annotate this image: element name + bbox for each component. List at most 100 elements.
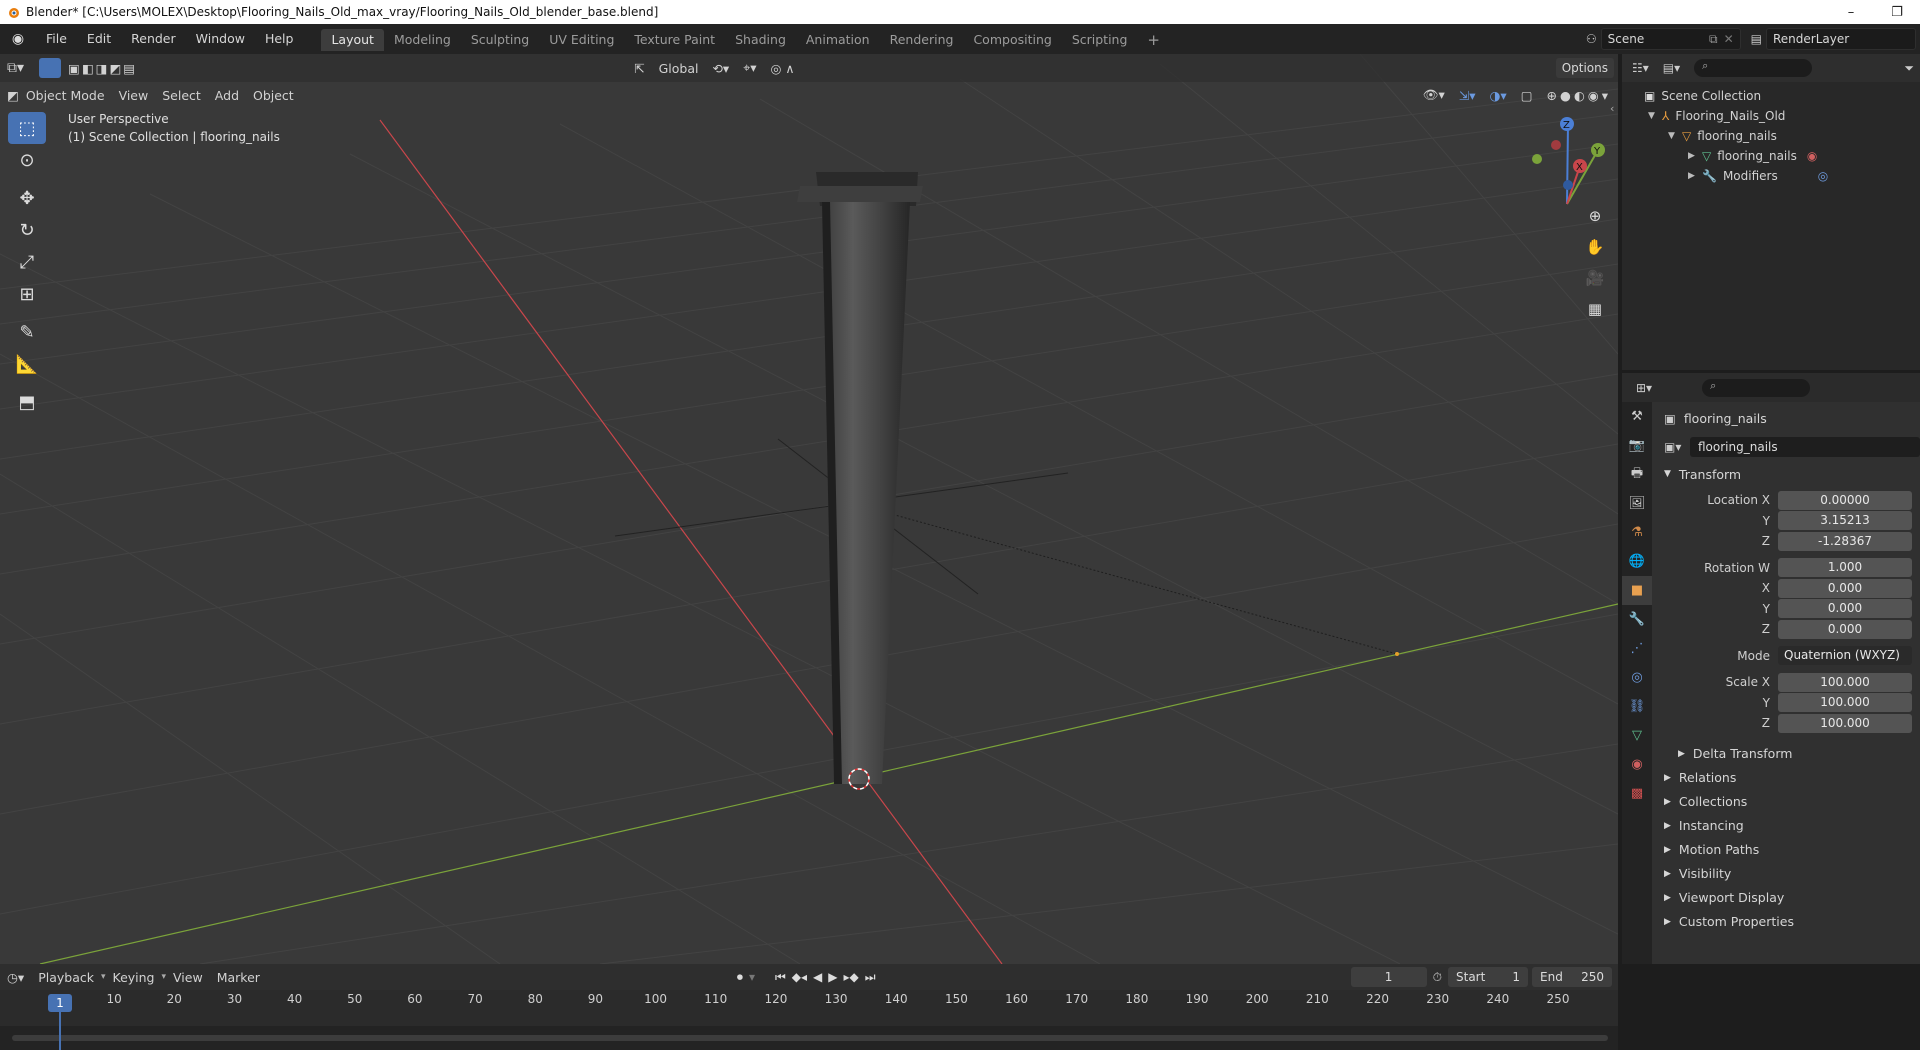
menu-add[interactable]: Add [208, 88, 246, 103]
datablock-icon[interactable]: ▣▾ [1664, 440, 1690, 454]
tab-shading[interactable]: Shading [725, 29, 796, 51]
texture-tab-icon[interactable]: ▩ [1622, 779, 1652, 808]
pivot-icon[interactable]: ⟲▾ [705, 61, 736, 76]
tab-uv-editing[interactable]: UV Editing [539, 29, 624, 51]
close-icon[interactable]: ✕ [1724, 32, 1734, 46]
record-icon[interactable]: ⏺ [737, 970, 743, 985]
overlay-icon[interactable]: ◑▾ [1483, 88, 1514, 103]
display-mode-icon[interactable]: ▤▾ [1663, 61, 1680, 75]
timeline-editor-icon[interactable]: ◷▾ [0, 970, 31, 985]
properties-editor-icon[interactable]: ⊞▾ [1636, 381, 1652, 395]
physics-tab-icon[interactable]: ◎ [1622, 663, 1652, 692]
section-visibility[interactable]: ▶ Visibility [1656, 862, 1920, 886]
collapse-arrow-icon[interactable]: ▶ [1688, 151, 1702, 161]
menu-object[interactable]: Object [246, 88, 301, 103]
properties-search-icon[interactable]: ⌕ [1702, 378, 1811, 397]
measure-tool-icon[interactable]: 📐 [8, 348, 46, 380]
scale-tool-icon[interactable]: ⤢ [8, 246, 46, 278]
pan-hand-icon[interactable]: ✋ [1582, 231, 1608, 262]
menu-edit[interactable]: Edit [77, 24, 121, 54]
scene-tab-icon[interactable]: ⚗ [1622, 518, 1652, 547]
delta-transform-header[interactable]: ▶ Delta Transform [1656, 742, 1920, 766]
outliner-search-icon[interactable]: ⌕ [1694, 59, 1813, 77]
section-instancing[interactable]: ▶ Instancing [1656, 814, 1920, 838]
move-tool-icon[interactable]: ✥ [8, 182, 46, 214]
location-y-field[interactable]: 3.15213 [1778, 511, 1912, 530]
editor-type-icon[interactable]: ⧉▾ [0, 60, 31, 76]
rotation-z-field[interactable]: 0.000 [1778, 619, 1912, 639]
menu-help[interactable]: Help [255, 24, 304, 54]
section-viewport-display[interactable]: ▶ Viewport Display [1656, 886, 1920, 910]
snap-icon[interactable]: ⌖▾ [736, 60, 763, 76]
transform-tool-icon[interactable]: ⊞ [8, 278, 46, 310]
zoom-icon[interactable]: ⊕ [1582, 200, 1608, 231]
expand-arrow-icon[interactable]: ▼ [1648, 111, 1662, 121]
next-keyframe-icon[interactable]: ▸◆ [844, 970, 859, 984]
object-tab-icon[interactable]: ■ [1622, 576, 1652, 605]
orientation-dropdown[interactable]: Global [652, 61, 706, 76]
rotation-mode-dropdown[interactable]: Quaternion (WXYZ) [1778, 646, 1912, 665]
view-layer-icon[interactable]: ▤ [1751, 32, 1762, 46]
modifier-tab-icon[interactable]: 🔧 [1622, 605, 1652, 634]
tab-texture-paint[interactable]: Texture Paint [624, 29, 725, 51]
tab-modeling[interactable]: Modeling [384, 29, 461, 51]
playhead-indicator[interactable]: 1 [48, 994, 72, 1012]
end-frame-field[interactable]: End 250 [1532, 967, 1612, 987]
play-reverse-icon[interactable]: ◀ [813, 970, 822, 984]
section-motion-paths[interactable]: ▶ Motion Paths [1656, 838, 1920, 862]
outliner-row-modifiers[interactable]: ▶ 🔧 Modifiers ◎ [1622, 166, 1920, 186]
collapse-arrow-icon[interactable]: ‹ [1610, 102, 1614, 115]
output-tab-icon[interactable]: 🖶 [1622, 460, 1652, 489]
data-tab-icon[interactable]: ▽ [1622, 721, 1652, 750]
jump-end-icon[interactable]: ⏭ [865, 970, 876, 985]
rotation-w-field[interactable]: 1.000 [1778, 558, 1912, 577]
camera-icon[interactable]: 🎥 [1582, 262, 1608, 293]
scene-icon[interactable]: ⚇ [1586, 32, 1597, 46]
rotation-y-field[interactable]: 0.000 [1778, 599, 1912, 618]
world-tab-icon[interactable]: 🌐 [1622, 547, 1652, 576]
outliner-row-scene-collection[interactable]: ▣ Scene Collection [1622, 86, 1920, 106]
particles-tab-icon[interactable]: ⋰ [1622, 634, 1652, 663]
new-scene-icon[interactable]: ⧉ [1709, 32, 1718, 47]
keyframe-area[interactable] [0, 1026, 1618, 1050]
view-layer-tab-icon[interactable]: 🖼 [1622, 489, 1652, 518]
annotate-tool-icon[interactable]: ✎ [8, 316, 46, 348]
expand-arrow-icon[interactable]: ▼ [1668, 131, 1682, 141]
start-frame-field[interactable]: Start 1 [1448, 967, 1528, 987]
tab-sculpting[interactable]: Sculpting [461, 29, 539, 51]
tab-animation[interactable]: Animation [796, 29, 880, 51]
timeline-scrollbar[interactable] [12, 1035, 1608, 1041]
view-layer-selector[interactable]: RenderLayer [1766, 28, 1916, 50]
blender-menu-icon[interactable]: ◉ [0, 31, 36, 47]
rotation-x-field[interactable]: 0.000 [1778, 578, 1912, 598]
scene-selector[interactable]: Scene ⧉ ✕ [1600, 28, 1741, 50]
keying-set-icon[interactable]: ▾ [749, 970, 755, 984]
tab-scripting[interactable]: Scripting [1062, 29, 1138, 51]
selection-mode-icons[interactable]: ▣◧◨◩▤ [61, 61, 144, 76]
cursor-tool-icon[interactable]: ⊙ [8, 144, 46, 176]
current-frame-field[interactable]: 1 [1350, 967, 1427, 987]
menu-marker[interactable]: Marker [210, 970, 267, 985]
outliner-row-object[interactable]: ▼ ▽ flooring_nails [1622, 126, 1920, 146]
material-icon[interactable]: ◉ [1807, 149, 1817, 163]
tab-layout[interactable]: Layout [321, 29, 384, 51]
constraints-tab-icon[interactable]: ⛓ [1622, 692, 1652, 721]
3d-viewport[interactable]: Z Y X ⧉▾ ▣◧◨◩▤ ⇱ Global ⟲▾ ⌖▾ ◎ ∧ Option… [0, 54, 1618, 964]
location-z-field[interactable]: -1.28367 [1778, 531, 1912, 551]
scale-x-field[interactable]: 100.000 [1778, 672, 1912, 692]
section-relations[interactable]: ▶ Relations [1656, 766, 1920, 790]
stopwatch-icon[interactable]: ⏱ [1433, 970, 1442, 985]
minimize-icon[interactable]: – [1828, 5, 1874, 20]
select-tool-icon[interactable]: ⬚ [8, 112, 46, 144]
options-dropdown[interactable]: Options [1555, 58, 1614, 78]
collapse-arrow-icon[interactable]: ▶ [1688, 171, 1702, 181]
render-tab-icon[interactable]: 📷 [1622, 431, 1652, 460]
section-custom-properties[interactable]: ▶ Custom Properties [1656, 910, 1920, 934]
location-x-field[interactable]: 0.00000 [1778, 490, 1912, 510]
xray-icon[interactable]: ▢ [1514, 88, 1540, 103]
gizmo-icon[interactable]: ⇲▾ [1452, 88, 1483, 103]
menu-window[interactable]: Window [186, 24, 255, 54]
proportional-edit-icon[interactable]: ◎ ∧ [764, 61, 802, 76]
datablock-name-field[interactable]: flooring_nails [1690, 437, 1920, 457]
section-collections[interactable]: ▶ Collections [1656, 790, 1920, 814]
